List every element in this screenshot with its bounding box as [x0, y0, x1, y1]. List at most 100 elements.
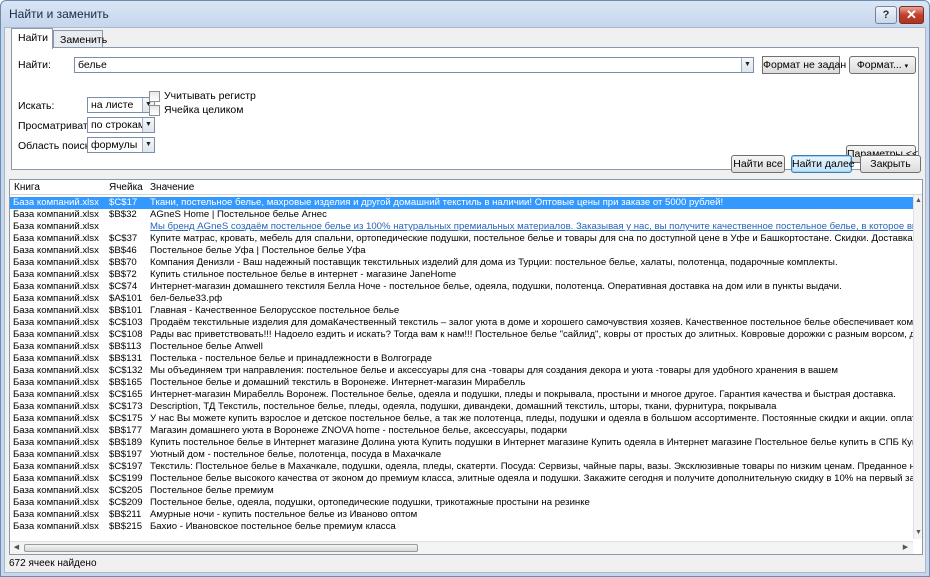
triangle-down-icon[interactable]: ▼ [741, 58, 753, 72]
cell-value: Амурные ночи - купить постельное белье и… [150, 509, 418, 520]
cell-value: Постельное белье Anwell [150, 341, 263, 352]
find-what-value: белье [78, 59, 107, 71]
cell-value: Мы объединяем три направления: постельно… [150, 365, 838, 376]
table-row[interactable]: База компаний.xlsx $B$165 Постельное белье… [10, 377, 913, 389]
help-button[interactable]: ? [875, 6, 897, 24]
table-row[interactable]: База компаний.xlsx $C$17 Ткани, постельное… [10, 197, 913, 209]
table-row[interactable]: База компаний.xlsx $B$177 Магазин домашнег… [10, 425, 913, 437]
close-button[interactable]: Закрыть [860, 155, 921, 173]
results-list[interactable]: Книга Ячейка Значение База компаний.xlsx… [9, 179, 923, 555]
match-case-label: Учитывать регистр [164, 90, 256, 102]
cell-book: База компаний.xlsx [13, 365, 99, 376]
cell-address: $C$175 [109, 413, 143, 424]
cell-book: База компаний.xlsx [13, 389, 99, 400]
table-row[interactable]: База компаний.xlsx Мы бренд AGneS создаём… [10, 221, 913, 233]
triangle-left-icon[interactable]: ◀ [12, 542, 21, 553]
table-row[interactable]: База компаний.xlsx $C$37 Купите матрас, кр… [10, 233, 913, 245]
cell-address: $B$101 [109, 305, 143, 316]
table-row[interactable]: База компаний.xlsx $B$113 Постельное белье… [10, 341, 913, 353]
table-row[interactable]: База компаний.xlsx $B$197 Уютный дом - пос… [10, 449, 913, 461]
cell-address: $C$209 [109, 497, 143, 508]
find-what-input[interactable]: белье ▼ [74, 57, 754, 73]
format-button[interactable]: Формат... ▾ [849, 56, 916, 74]
cell-book: База компаний.xlsx [13, 377, 99, 388]
find-next-button[interactable]: Найти далее [791, 155, 855, 173]
table-row[interactable]: База компаний.xlsx $B$72 Купить стильное п… [10, 269, 913, 281]
column-header-value[interactable]: Значение [150, 182, 194, 193]
cell-address: $C$37 [109, 233, 138, 244]
within-select[interactable]: на листе ▼ [87, 97, 155, 113]
match-case-checkbox[interactable] [149, 91, 160, 102]
table-row[interactable]: База компаний.xlsx $B$131 Постелька - пост… [10, 353, 913, 365]
cell-address: $C$165 [109, 389, 143, 400]
tab-find[interactable]: Найти [11, 28, 53, 49]
cell-book: База компаний.xlsx [13, 521, 99, 532]
triangle-down-icon[interactable]: ▼ [142, 138, 154, 152]
cell-value: Бахио - Ивановское постельное белье прем… [150, 521, 396, 532]
cell-value: Купить постельное белье в Интернет магаз… [150, 437, 913, 448]
match-cell-checkbox[interactable] [149, 105, 160, 116]
look-in-select[interactable]: формулы ▼ [87, 137, 155, 153]
cell-address: $C$103 [109, 317, 143, 328]
cell-address: $B$197 [109, 449, 143, 460]
cell-book: База компаний.xlsx [13, 221, 99, 232]
table-row[interactable]: База компаний.xlsx $B$189 Купить постельно… [10, 437, 913, 449]
search-order-label: Просматривать: [18, 120, 97, 132]
triangle-right-icon[interactable]: ▶ [901, 542, 910, 553]
cell-value: Постельное белье высокого качества от эк… [150, 473, 913, 484]
table-row[interactable]: База компаний.xlsx $C$175 У нас Вы можете … [10, 413, 913, 425]
table-row[interactable]: База компаний.xlsx $B$215 Бахио - Ивановск… [10, 521, 913, 533]
table-row[interactable]: База компаний.xlsx $C$132 Мы объединяем тр… [10, 365, 913, 377]
table-row[interactable]: База компаний.xlsx $B$70 Компания Денизли … [10, 257, 913, 269]
cell-book: База компаний.xlsx [13, 197, 99, 208]
cell-book: База компаний.xlsx [13, 233, 99, 244]
cell-book: База компаний.xlsx [13, 485, 99, 496]
close-window-button[interactable]: ✕ [899, 6, 924, 24]
cell-value: AGneS Home | Постельное белье Агнес [150, 209, 327, 220]
table-row[interactable]: База компаний.xlsx $C$199 Постельное белье… [10, 473, 913, 485]
column-header-cell[interactable]: Ячейка [109, 182, 143, 193]
triangle-down-icon[interactable]: ▼ [914, 527, 922, 538]
cell-address: $C$108 [109, 329, 143, 340]
cell-value: Постельное белье, одеяла, подушки, ортоп… [150, 497, 590, 508]
cell-value: Description, ТД Текстиль, постельное бел… [150, 401, 777, 412]
table-row[interactable]: База компаний.xlsx $C$165 Интернет-магазин… [10, 389, 913, 401]
find-all-button[interactable]: Найти все [731, 155, 785, 173]
horizontal-scroll-thumb[interactable] [24, 544, 418, 552]
vertical-scrollbar[interactable]: ▲ ▼ [913, 195, 922, 539]
cell-book: База компаний.xlsx [13, 281, 99, 292]
table-row[interactable]: База компаний.xlsx $B$32 AGneS Home | Пост… [10, 209, 913, 221]
cell-value: Текстиль: Постельное белье в Махачкале, … [150, 461, 913, 472]
format-button-label: Формат... [856, 59, 902, 71]
table-row[interactable]: База компаний.xlsx $B$211 Амурные ночи - к… [10, 509, 913, 521]
cell-book: База компаний.xlsx [13, 449, 99, 460]
column-header-book[interactable]: Книга [14, 182, 40, 193]
cell-value: Постелька - постельное белье и принадлеж… [150, 353, 432, 364]
cell-value: Мы бренд AGneS создаём постельное белье … [150, 221, 913, 232]
triangle-down-icon[interactable]: ▼ [142, 118, 154, 132]
cell-book: База компаний.xlsx [13, 245, 99, 256]
cell-value: Постельное белье премиум [150, 485, 274, 496]
cell-value: Постельное белье Уфа | Постельное белье … [150, 245, 366, 256]
title-bar[interactable]: Найти и заменить ? ✕ [1, 1, 929, 26]
table-row[interactable]: База компаний.xlsx $B$101 Главная - Качест… [10, 305, 913, 317]
triangle-up-icon[interactable]: ▲ [914, 195, 922, 206]
table-row[interactable]: База компаний.xlsx $B$46 Постельное белье … [10, 245, 913, 257]
cell-value: Продаём текстильные изделия для домаКаче… [150, 317, 913, 328]
table-row[interactable]: База компаний.xlsx $C$205 Постельное белье… [10, 485, 913, 497]
horizontal-scrollbar[interactable]: ◀ ▶ [10, 541, 913, 554]
cell-value: Магазин домашнего уюта в Воронеже ZNOVA … [150, 425, 567, 436]
search-order-select[interactable]: по строкам ▼ [87, 117, 155, 133]
cell-book: База компаний.xlsx [13, 413, 99, 424]
cell-address: $C$205 [109, 485, 143, 496]
table-row[interactable]: База компаний.xlsx $C$209 Постельное белье… [10, 497, 913, 509]
cell-address: $C$199 [109, 473, 143, 484]
table-row[interactable]: База компаний.xlsx $C$108 Рады вас приветс… [10, 329, 913, 341]
cell-book: База компаний.xlsx [13, 269, 99, 280]
table-row[interactable]: База компаний.xlsx $C$103 Продаём текстиль… [10, 317, 913, 329]
within-value: на листе [91, 99, 134, 111]
table-row[interactable]: База компаний.xlsx $C$173 Description, ТД … [10, 401, 913, 413]
table-row[interactable]: База компаний.xlsx $C$197 Текстиль: Постел… [10, 461, 913, 473]
table-row[interactable]: База компаний.xlsx $C$74 Интернет-магазин … [10, 281, 913, 293]
table-row[interactable]: База компаний.xlsx $A$101 бел-белье33.рф [10, 293, 913, 305]
